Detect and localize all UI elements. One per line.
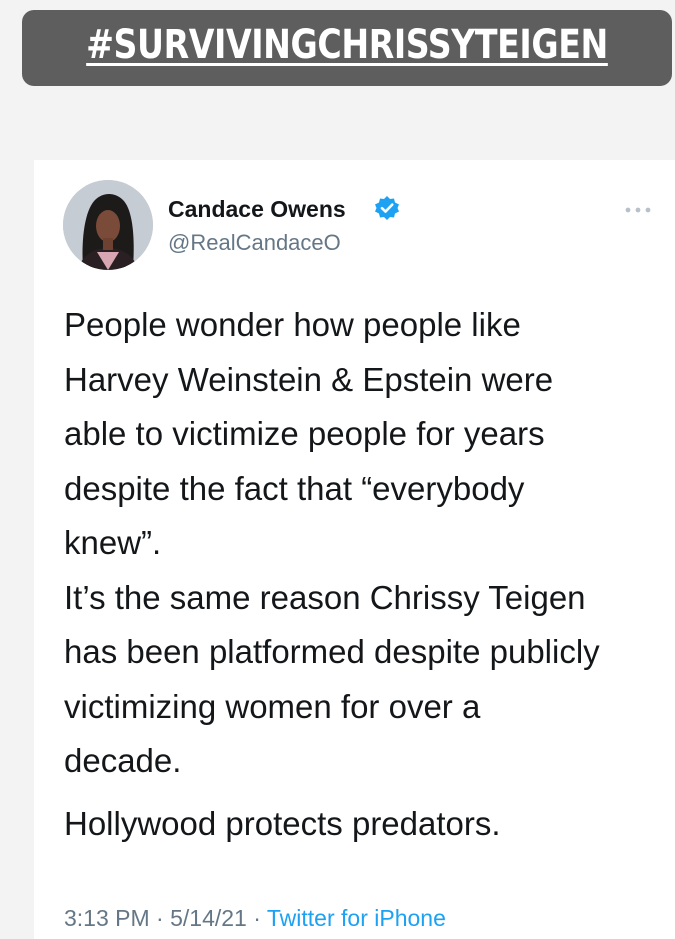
tweet-card[interactable]: Candace Owens @RealCandaceO People wonde… (34, 160, 675, 939)
tweet-line: has been platformed despite publicly (64, 633, 600, 670)
tweet-line: victimizing women for over a (64, 687, 481, 725)
meta-separator: · (156, 905, 164, 931)
tweet-line: Harvey Weinstein & Epstein were (64, 360, 554, 398)
tweet-time[interactable]: 3:13 PM (64, 905, 150, 931)
tweet-line: People wonder how people like (64, 306, 521, 343)
tweet-source-link[interactable]: Twitter for iPhone (267, 905, 446, 931)
author-handle[interactable]: @RealCandaceO (168, 230, 341, 256)
tweet-line: able to victimize people for years (64, 415, 545, 452)
tweet-line: Hollywood protects predators. (64, 804, 501, 842)
tweet-line: despite the fact that “everybody (64, 469, 525, 507)
more-options-icon[interactable] (624, 206, 652, 214)
tweet-line: knew”. (64, 524, 162, 561)
tweet-date[interactable]: 5/14/21 (170, 905, 247, 931)
author-name[interactable]: Candace Owens (168, 196, 346, 223)
avatar[interactable] (63, 180, 153, 270)
tweet-line: decade. (64, 742, 182, 779)
tweet-metadata: 3:13 PM · 5/14/21 · Twitter for iPhone (64, 905, 446, 932)
hashtag-text[interactable]: #SURVIVINGCHRISSYTEIGEN (77, 22, 617, 68)
meta-separator: · (253, 905, 261, 931)
tweet-line: It’s the same reason Chrissy Teigen (64, 578, 586, 616)
avatar-image (63, 180, 153, 270)
tweet-text: People wonder how people like Harvey Wei… (64, 298, 669, 851)
hashtag-banner: #SURVIVINGCHRISSYTEIGEN (22, 10, 672, 86)
verified-badge-icon (375, 196, 399, 220)
